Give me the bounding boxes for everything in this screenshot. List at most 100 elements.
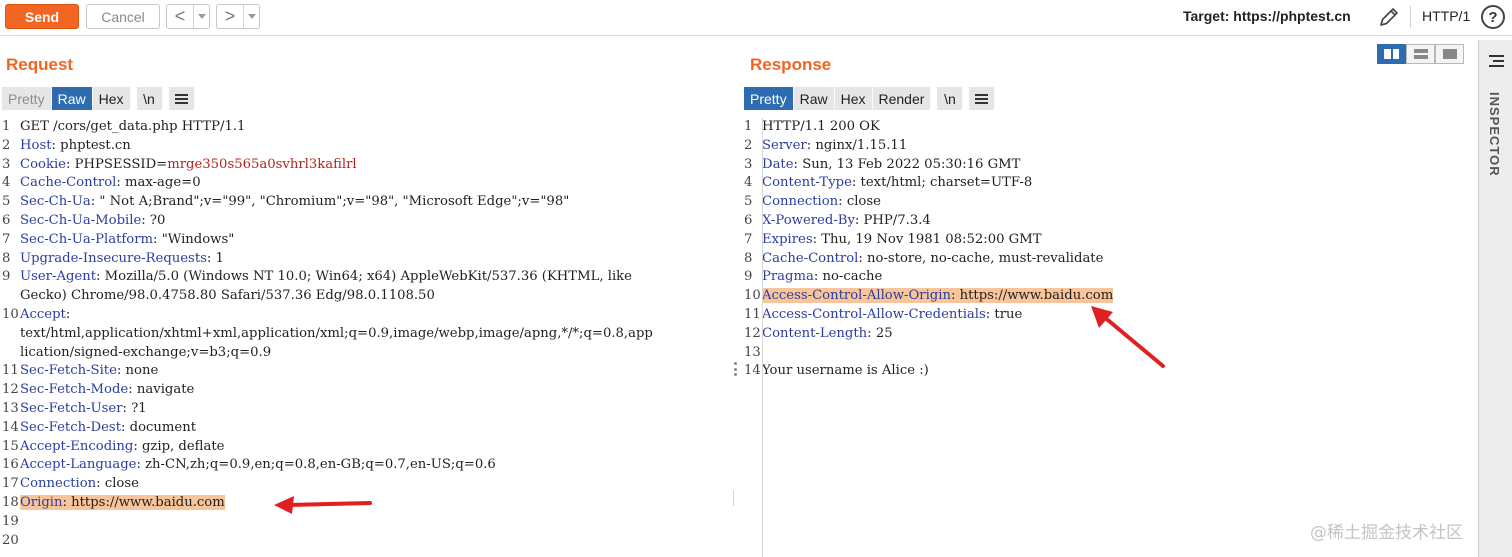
header-name: Content-Type: [762, 175, 852, 191]
request-editor-edge: [733, 490, 734, 506]
line-text: Connection: close: [762, 194, 881, 210]
send-button[interactable]: Send: [5, 4, 79, 29]
line-number: 2: [744, 137, 753, 153]
code-line: 13 Sec-Fetch-User: ?1: [0, 400, 730, 419]
history-back-button[interactable]: <: [166, 4, 210, 29]
header-value: Sun, 13 Feb 2022 05:30:16 GMT: [802, 156, 1021, 172]
response-tab-pretty[interactable]: Pretty: [744, 87, 794, 110]
line-number: 12: [744, 325, 761, 341]
header-value: true: [994, 306, 1023, 322]
watermark-text: @稀土掘金技术社区: [1310, 523, 1463, 543]
code-line: 14 Sec-Fetch-Dest: document: [0, 419, 730, 438]
line-text: Accept-Encoding: gzip, deflate: [20, 438, 225, 454]
header-value: max-age=0: [125, 175, 201, 191]
help-icon[interactable]: ?: [1481, 5, 1505, 29]
request-tab-raw[interactable]: Raw: [51, 87, 93, 110]
split-layout-icon[interactable]: [1377, 44, 1406, 64]
line-number: 5: [744, 194, 753, 210]
line-text: Host: phptest.cn: [20, 137, 131, 153]
header-name: Access-Control-Allow-Credentials: [762, 306, 986, 322]
code-line: 8 Cache-Control: no-store, no-cache, must…: [742, 250, 1442, 269]
header-value: ?0: [149, 212, 166, 228]
code-line: 8 Upgrade-Insecure-Requests: 1: [0, 250, 730, 269]
line-raw-text: GET /cors/get_data.php HTTP/1.1: [20, 119, 246, 134]
header-value: nginx/1.15.11: [815, 137, 908, 153]
line-number: 16: [2, 457, 19, 473]
header-name: Origin: [20, 494, 63, 510]
request-menu-button[interactable]: [168, 87, 195, 110]
chevron-right-icon[interactable]: >: [217, 5, 243, 28]
header-value: navigate: [136, 382, 195, 398]
line-number: 11: [2, 363, 19, 379]
inspector-label[interactable]: INSPECTOR: [1487, 92, 1502, 177]
horizontal-layout-icon[interactable]: [1406, 44, 1435, 64]
edit-target-pencil-icon[interactable]: [1377, 5, 1401, 29]
line-number: 8: [2, 250, 11, 266]
line-number: 10: [744, 288, 761, 304]
response-tab-raw[interactable]: Raw: [793, 87, 835, 110]
header-value: none: [125, 363, 159, 379]
header-value: ?1: [131, 400, 147, 416]
request-tab-pretty[interactable]: Pretty: [2, 87, 52, 110]
chevron-left-icon[interactable]: <: [167, 5, 193, 28]
inspector-menu-icon[interactable]: [1489, 55, 1504, 67]
line-text: Sec-Ch-Ua-Mobile: ?0: [20, 212, 166, 228]
cancel-button[interactable]: Cancel: [86, 4, 160, 29]
line-number: 18: [2, 494, 19, 510]
request-editor[interactable]: 1 GET /cors/get_data.php HTTP/1.1 2 Host: p…: [0, 118, 730, 550]
top-toolbar: Send Cancel < > Target: https://phptest.…: [0, 0, 1512, 36]
line-number: 4: [2, 175, 11, 191]
header-name: Pragma: [762, 269, 814, 285]
line-raw-text: Your username is Alice :): [762, 363, 929, 379]
header-name: Connection: [762, 194, 839, 210]
http-version-selector[interactable]: HTTP/1: [1422, 8, 1470, 24]
pane-resize-handle[interactable]: [734, 362, 738, 376]
target-label: Target: https://phptest.cn: [1183, 8, 1351, 24]
line-text: Cache-Control: no-store, no-cache, must-…: [762, 250, 1104, 266]
chevron-down-icon[interactable]: [193, 5, 209, 28]
line-text: Sec-Ch-Ua: " Not A;Brand";v="99", "Chrom…: [20, 194, 570, 210]
single-layout-icon[interactable]: [1435, 44, 1464, 64]
cookie-name: PHPSESSID: [74, 156, 157, 172]
header-value-continuation: Gecko) Chrome/98.0.4758.80 Safari/537.36…: [20, 288, 435, 304]
header-name: Cache-Control: [20, 175, 117, 191]
header-name: Cookie: [20, 156, 66, 172]
line-number: 19: [2, 513, 19, 529]
header-value: " Not A;Brand";v="99", "Chromium";v="98"…: [99, 194, 570, 210]
code-line: 7 Expires: Thu, 19 Nov 1981 08:52:00 GMT: [742, 231, 1442, 250]
line-number: 6: [2, 212, 11, 228]
header-name: Sec-Ch-Ua-Mobile: [20, 212, 142, 228]
code-line: 6 X-Powered-By: PHP/7.3.4: [742, 212, 1442, 231]
request-title: Request: [6, 55, 74, 74]
response-newline-toggle[interactable]: \n: [937, 87, 964, 110]
request-tab-hex[interactable]: Hex: [92, 87, 131, 110]
header-value: https://www.baidu.com: [959, 288, 1114, 304]
response-tab-hex[interactable]: Hex: [834, 87, 873, 110]
line-text: User-Agent: Mozilla/5.0 (Windows NT 10.0…: [20, 269, 632, 304]
code-line: 9 User-Agent: Mozilla/5.0 (Windows NT 10.…: [0, 268, 730, 306]
header-name: Upgrade-Insecure-Requests: [20, 250, 207, 266]
code-line: 11 Sec-Fetch-Site: none: [0, 362, 730, 381]
inspector-panel[interactable]: INSPECTOR: [1478, 40, 1512, 557]
header-name: Sec-Ch-Ua: [20, 194, 91, 210]
line-number: 7: [2, 231, 11, 247]
hamburger-icon: [975, 93, 989, 104]
code-line: 15 Accept-Encoding: gzip, deflate: [0, 438, 730, 457]
request-tabs: Pretty Raw Hex \n: [2, 87, 195, 110]
header-value-continuation: text/html,application/xhtml+xml,applicat…: [20, 325, 653, 341]
code-line: 10 Accept: text/html,application/xhtml+xm…: [0, 306, 730, 362]
request-newline-toggle[interactable]: \n: [136, 87, 163, 110]
header-name: Date: [762, 156, 794, 172]
chevron-down-icon[interactable]: [243, 5, 259, 28]
line-text: Sec-Fetch-Mode: navigate: [20, 382, 195, 398]
line-text: Accept: text/html,application/xhtml+xml,…: [20, 306, 653, 360]
code-line: 2 Host: phptest.cn: [0, 137, 730, 156]
line-number: 3: [2, 156, 11, 172]
annotation-arrow-request: [274, 496, 372, 514]
response-menu-button[interactable]: [969, 87, 996, 110]
line-number: 13: [744, 344, 761, 360]
history-forward-button[interactable]: >: [216, 4, 260, 29]
response-tab-render[interactable]: Render: [872, 87, 932, 110]
header-name: Content-Length: [762, 325, 868, 341]
line-number: 15: [2, 438, 19, 454]
